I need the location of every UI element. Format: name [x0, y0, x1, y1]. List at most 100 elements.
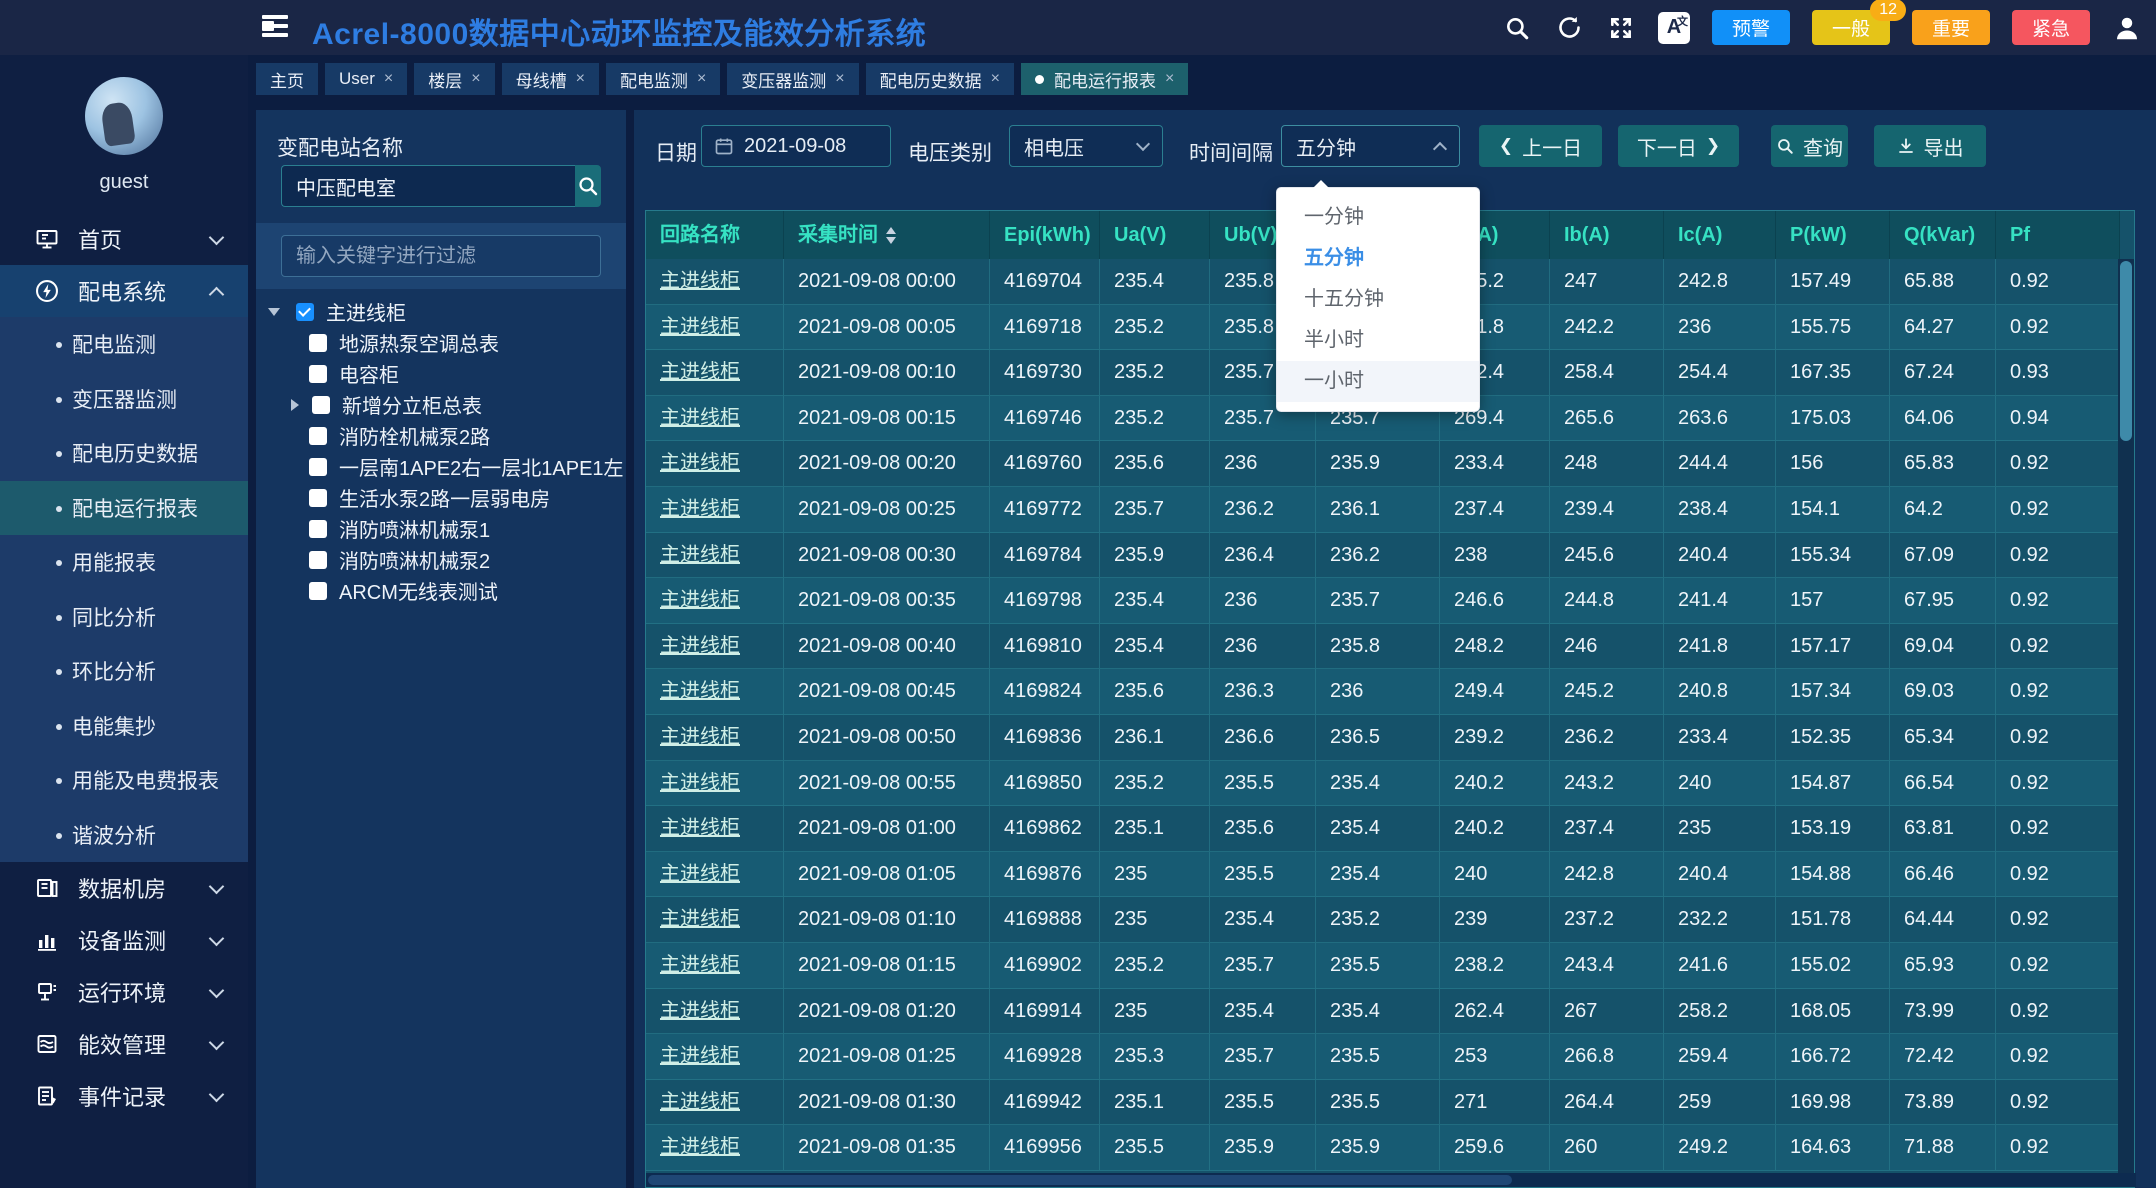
close-icon[interactable]: ×: [576, 70, 585, 88]
export-button[interactable]: 导出: [1874, 125, 1986, 167]
sidebar-subitem-用能报表[interactable]: 用能报表: [0, 535, 248, 590]
sidebar-subitem-配电历史数据[interactable]: 配电历史数据: [0, 426, 248, 481]
expand-arrow-icon[interactable]: [268, 308, 280, 322]
circuit-name-link[interactable]: 主进线柜: [646, 396, 784, 441]
checkbox-unchecked[interactable]: [309, 551, 327, 569]
tree-node-消防喷淋机械泵1[interactable]: 消防喷淋机械泵1: [256, 513, 626, 544]
circuit-name-link[interactable]: 主进线柜: [646, 578, 784, 623]
close-icon[interactable]: ×: [384, 70, 393, 88]
station-search-input[interactable]: [281, 165, 575, 207]
circuit-name-link[interactable]: 主进线柜: [646, 350, 784, 395]
interval-option-一分钟[interactable]: 一分钟: [1277, 197, 1479, 238]
checkbox-checked[interactable]: [296, 303, 314, 321]
column-header-采集时间[interactable]: 采集时间: [784, 211, 990, 259]
checkbox-unchecked[interactable]: [309, 458, 327, 476]
sidebar-subitem-环比分析[interactable]: 环比分析: [0, 644, 248, 699]
search-icon[interactable]: [1502, 13, 1532, 43]
user-icon[interactable]: [2112, 13, 2142, 43]
close-icon[interactable]: ×: [835, 70, 844, 88]
interval-option-五分钟[interactable]: 五分钟: [1277, 238, 1479, 279]
fullscreen-icon[interactable]: [1606, 13, 1636, 43]
close-icon[interactable]: ×: [1165, 70, 1174, 88]
circuit-name-link[interactable]: 主进线柜: [646, 487, 784, 532]
checkbox-unchecked[interactable]: [309, 520, 327, 538]
horizontal-scrollbar-thumb[interactable]: [648, 1175, 1512, 1185]
tab-变压器监测[interactable]: 变压器监测×: [727, 63, 858, 95]
interval-select[interactable]: 五分钟: [1281, 125, 1460, 167]
voltage-type-select[interactable]: 相电压: [1009, 125, 1163, 167]
sidebar-subitem-电能集抄[interactable]: 电能集抄: [0, 699, 248, 754]
sidebar-item-数据机房[interactable]: 数据机房: [0, 862, 248, 914]
close-icon[interactable]: ×: [991, 70, 1000, 88]
tree-node-消防栓机械泵2路[interactable]: 消防栓机械泵2路: [256, 420, 626, 451]
date-picker[interactable]: 2021-09-08: [701, 125, 891, 167]
tab-主页[interactable]: 主页: [256, 63, 318, 95]
vertical-scrollbar-thumb[interactable]: [2120, 261, 2132, 441]
circuit-name-link[interactable]: 主进线柜: [646, 715, 784, 760]
alarm-badge-4[interactable]: 紧急: [2012, 10, 2090, 45]
sidebar-item-设备监测[interactable]: 设备监测: [0, 914, 248, 966]
prev-day-button[interactable]: ❮上一日: [1479, 125, 1602, 167]
checkbox-unchecked[interactable]: [309, 427, 327, 445]
circuit-name-link[interactable]: 主进线柜: [646, 305, 784, 350]
close-icon[interactable]: ×: [697, 70, 706, 88]
circuit-name-link[interactable]: 主进线柜: [646, 943, 784, 988]
circuit-name-link[interactable]: 主进线柜: [646, 441, 784, 486]
sidebar-collapse-icon[interactable]: [262, 13, 292, 41]
sidebar-item-配电系统[interactable]: 配电系统: [0, 265, 248, 317]
tree-node-一层南1APE2右一层北1APE1左[interactable]: 一层南1APE2右一层北1APE1左: [256, 451, 626, 482]
circuit-name-link[interactable]: 主进线柜: [646, 761, 784, 806]
tree-node-ARCM无线表测试[interactable]: ARCM无线表测试: [256, 575, 626, 606]
tab-配电监测[interactable]: 配电监测×: [606, 63, 720, 95]
expand-arrow-icon[interactable]: [291, 399, 305, 411]
sidebar-item-事件记录[interactable]: 事件记录: [0, 1070, 248, 1122]
sidebar-subitem-配电监测[interactable]: 配电监测: [0, 317, 248, 372]
tab-配电运行报表[interactable]: 配电运行报表×: [1021, 63, 1188, 95]
sidebar-subitem-谐波分析[interactable]: 谐波分析: [0, 808, 248, 863]
circuit-name-link[interactable]: 主进线柜: [646, 1080, 784, 1125]
tree-node-消防喷淋机械泵2[interactable]: 消防喷淋机械泵2: [256, 544, 626, 575]
tab-User[interactable]: User×: [325, 63, 407, 95]
interval-option-十五分钟[interactable]: 十五分钟: [1277, 279, 1479, 320]
sidebar-item-首页[interactable]: 首页: [0, 213, 248, 265]
sidebar-subitem-用能及电费报表[interactable]: 用能及电费报表: [0, 753, 248, 808]
query-button[interactable]: 查询: [1771, 125, 1848, 167]
refresh-icon[interactable]: [1554, 13, 1584, 43]
circuit-name-link[interactable]: 主进线柜: [646, 533, 784, 578]
sidebar-item-运行环境[interactable]: 运行环境: [0, 966, 248, 1018]
tree-node-电容柜[interactable]: 电容柜: [256, 358, 626, 389]
checkbox-unchecked[interactable]: [309, 582, 327, 600]
sidebar-subitem-同比分析[interactable]: 同比分析: [0, 590, 248, 645]
tab-配电历史数据[interactable]: 配电历史数据×: [866, 63, 1014, 95]
tree-filter-input[interactable]: [281, 235, 601, 277]
circuit-name-link[interactable]: 主进线柜: [646, 669, 784, 714]
interval-option-半小时[interactable]: 半小时: [1277, 320, 1479, 361]
checkbox-unchecked[interactable]: [309, 334, 327, 352]
alarm-badge-1[interactable]: 预警: [1712, 10, 1790, 45]
alarm-badge-2[interactable]: 一般12: [1812, 10, 1890, 45]
sidebar-subitem-配电运行报表[interactable]: 配电运行报表: [0, 481, 248, 536]
close-icon[interactable]: ×: [471, 70, 480, 88]
circuit-name-link[interactable]: 主进线柜: [646, 806, 784, 851]
sidebar-subitem-变压器监测[interactable]: 变压器监测: [0, 372, 248, 427]
translate-icon[interactable]: A文: [1658, 12, 1690, 44]
tree-node-主进线柜[interactable]: 主进线柜: [256, 296, 626, 327]
tree-node-地源热泵空调总表[interactable]: 地源热泵空调总表: [256, 327, 626, 358]
circuit-name-link[interactable]: 主进线柜: [646, 989, 784, 1034]
next-day-button[interactable]: 下一日❯: [1618, 125, 1739, 167]
tree-node-生活水泵2路一层弱电房[interactable]: 生活水泵2路一层弱电房: [256, 482, 626, 513]
interval-option-一小时[interactable]: 一小时: [1277, 361, 1479, 402]
circuit-name-link[interactable]: 主进线柜: [646, 1034, 784, 1079]
checkbox-unchecked[interactable]: [309, 365, 327, 383]
checkbox-unchecked[interactable]: [309, 489, 327, 507]
sort-icon[interactable]: [886, 222, 896, 249]
alarm-badge-3[interactable]: 重要: [1912, 10, 1990, 45]
tab-母线槽[interactable]: 母线槽×: [502, 63, 599, 95]
circuit-name-link[interactable]: 主进线柜: [646, 624, 784, 669]
circuit-name-link[interactable]: 主进线柜: [646, 852, 784, 897]
sidebar-item-能效管理[interactable]: 能效管理: [0, 1018, 248, 1070]
circuit-name-link[interactable]: 主进线柜: [646, 259, 784, 304]
checkbox-unchecked[interactable]: [312, 396, 330, 414]
tree-node-新增分立柜总表[interactable]: 新增分立柜总表: [256, 389, 626, 420]
circuit-name-link[interactable]: 主进线柜: [646, 1125, 784, 1170]
